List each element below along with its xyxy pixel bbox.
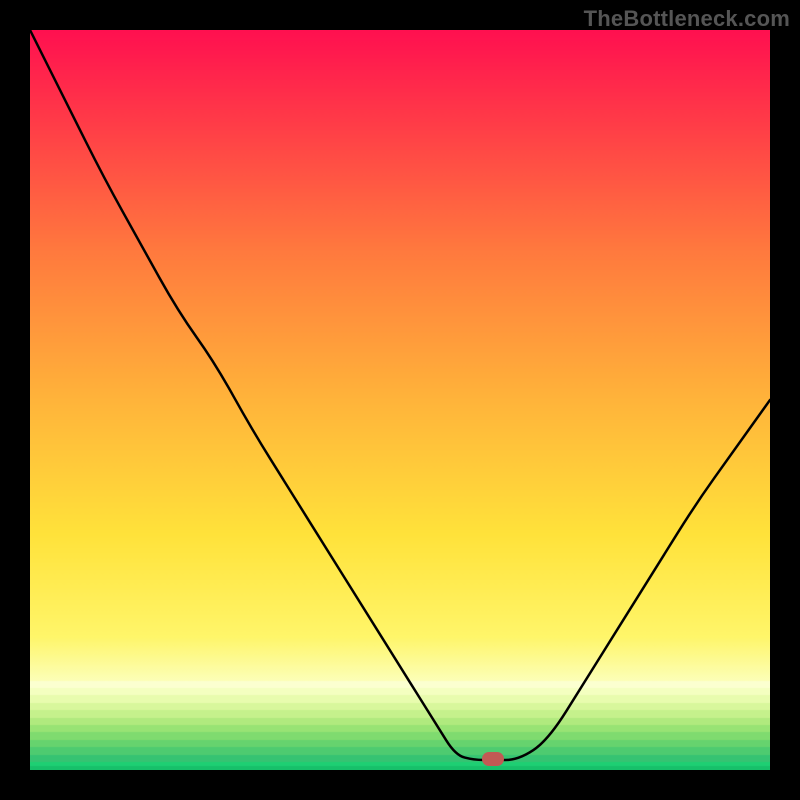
- optimal-point-marker: [482, 752, 504, 766]
- watermark-text: TheBottleneck.com: [584, 6, 790, 32]
- chart-frame: TheBottleneck.com: [0, 0, 800, 800]
- plot-area: [30, 30, 770, 770]
- bottleneck-curve: [30, 30, 770, 770]
